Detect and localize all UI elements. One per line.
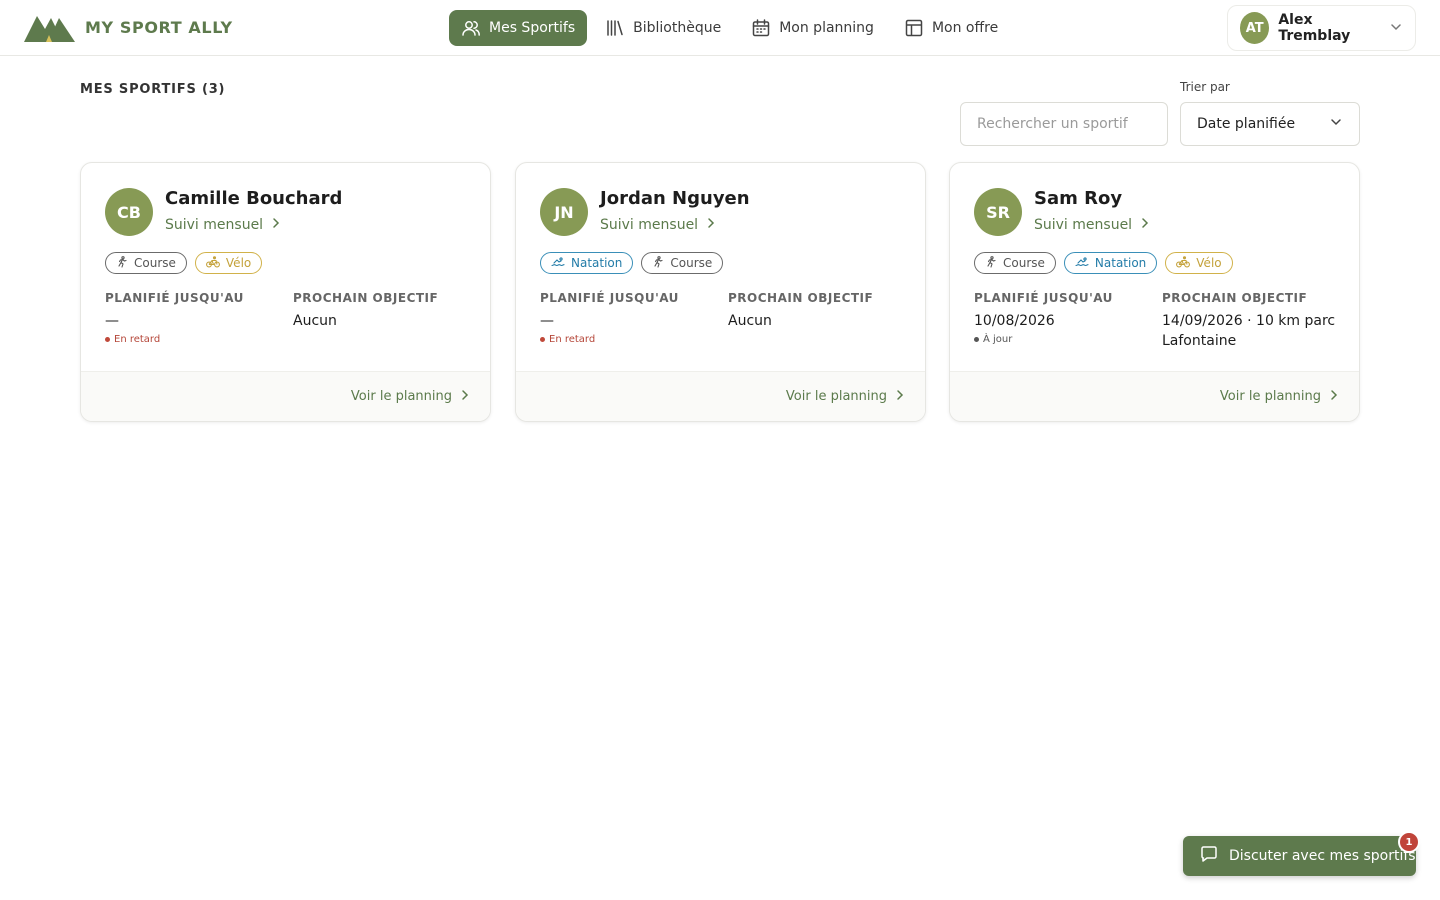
plan-link[interactable]: Suivi mensuel bbox=[165, 217, 281, 233]
nav-label: Mon planning bbox=[779, 20, 874, 36]
goal-label: PROCHAIN OBJECTIF bbox=[293, 291, 439, 305]
planned-value: — bbox=[540, 313, 554, 329]
view-planning-link[interactable]: Voir le planning bbox=[786, 389, 905, 405]
goal-value: 14/09/2026 · 10 km parc Lafontaine bbox=[1162, 313, 1336, 349]
search-input[interactable] bbox=[960, 102, 1168, 146]
nav-label: Mes Sportifs bbox=[489, 20, 576, 36]
goal-section: PROCHAIN OBJECTIF Aucun bbox=[293, 291, 473, 331]
tag-natation: Natation bbox=[1063, 252, 1158, 274]
tag-course: Course bbox=[105, 252, 187, 274]
goal-section: PROCHAIN OBJECTIF Aucun bbox=[728, 291, 908, 331]
user-menu[interactable]: AT Alex Tremblay bbox=[1227, 5, 1416, 51]
planned-value: 10/08/2026 bbox=[974, 313, 1055, 329]
page-title: MES SPORTIFS (3) bbox=[80, 82, 226, 97]
tag-natation: Natation bbox=[540, 252, 634, 274]
planned-label: PLANIFIÉ JUSQU'AU bbox=[974, 291, 1113, 305]
view-planning-link[interactable]: Voir le planning bbox=[1220, 389, 1339, 405]
chat-icon bbox=[1199, 844, 1219, 868]
plan-label: Suivi mensuel bbox=[600, 217, 699, 233]
notification-badge: 1 bbox=[1398, 831, 1420, 853]
nav-mon-planning[interactable]: Mon planning bbox=[739, 10, 886, 46]
bike-icon bbox=[1176, 255, 1191, 271]
top-bar: MY SPORT ALLY Mes Sportifs Bibliothèque … bbox=[0, 0, 1440, 56]
athlete-name[interactable]: Camille Bouchard bbox=[165, 188, 342, 209]
card-footer: Voir le planning bbox=[81, 371, 490, 421]
athlete-card: SR Sam Roy Suivi mensuel Course Natation… bbox=[949, 162, 1360, 422]
athlete-card: JN Jordan Nguyen Suivi mensuel Natation … bbox=[515, 162, 926, 422]
tag-velo: Vélo bbox=[194, 252, 263, 274]
view-planning-link[interactable]: Voir le planning bbox=[351, 389, 470, 405]
planned-section: PLANIFIÉ JUSQU'AU 10/08/2026 À jour bbox=[974, 291, 1113, 345]
athlete-card: CB Camille Bouchard Suivi mensuel Course… bbox=[80, 162, 491, 422]
running-icon bbox=[652, 255, 664, 271]
sort-value: Date planifiée bbox=[1197, 116, 1296, 132]
nav-label: Bibliothèque bbox=[633, 20, 722, 36]
sort-label: Trier par bbox=[1180, 80, 1230, 94]
planned-value: — bbox=[105, 313, 119, 329]
plan-link[interactable]: Suivi mensuel bbox=[600, 217, 716, 233]
avatar: JN bbox=[540, 188, 588, 236]
tag-course: Course bbox=[974, 252, 1056, 274]
chevron-right-icon bbox=[706, 217, 716, 233]
swimming-icon bbox=[551, 256, 565, 271]
chevron-right-icon bbox=[1140, 217, 1150, 233]
plan-link[interactable]: Suivi mensuel bbox=[1034, 217, 1150, 233]
chat-label: Discuter avec mes sportifs bbox=[1229, 848, 1416, 864]
nav-label: Mon offre bbox=[931, 20, 999, 36]
planned-section: PLANIFIÉ JUSQU'AU — En retard bbox=[540, 291, 679, 345]
library-icon bbox=[605, 18, 625, 38]
planned-label: PLANIFIÉ JUSQU'AU bbox=[540, 291, 679, 305]
chat-button[interactable]: Discuter avec mes sportifs bbox=[1183, 836, 1416, 876]
brand[interactable]: MY SPORT ALLY bbox=[24, 12, 233, 42]
goal-section: PROCHAIN OBJECTIF 14/09/2026 · 10 km par… bbox=[1162, 291, 1342, 351]
tag-velo: Vélo bbox=[1165, 252, 1233, 274]
planned-section: PLANIFIÉ JUSQU'AU — En retard bbox=[105, 291, 244, 345]
user-name: Alex Tremblay bbox=[1278, 12, 1351, 44]
sort-select[interactable]: Date planifiée bbox=[1180, 102, 1360, 146]
chevron-down-icon bbox=[1389, 19, 1403, 38]
planned-label: PLANIFIÉ JUSQU'AU bbox=[105, 291, 244, 305]
plan-label: Suivi mensuel bbox=[165, 217, 264, 233]
swimming-icon bbox=[1075, 256, 1089, 271]
status-badge: En retard bbox=[105, 334, 244, 345]
goal-label: PROCHAIN OBJECTIF bbox=[728, 291, 874, 305]
bike-icon bbox=[205, 255, 220, 271]
goal-value: Aucun bbox=[728, 313, 772, 329]
users-icon bbox=[461, 18, 481, 38]
nav-mes-sportifs[interactable]: Mes Sportifs bbox=[449, 10, 588, 46]
chevron-right-icon bbox=[1329, 389, 1339, 405]
sport-tags: Natation Course bbox=[540, 252, 724, 274]
calendar-icon bbox=[751, 18, 771, 38]
nav-bibliotheque[interactable]: Bibliothèque bbox=[593, 10, 733, 46]
card-footer: Voir le planning bbox=[950, 371, 1359, 421]
status-badge: À jour bbox=[974, 334, 1113, 345]
plan-label: Suivi mensuel bbox=[1034, 217, 1133, 233]
layout-icon bbox=[904, 18, 924, 38]
status-badge: En retard bbox=[540, 334, 679, 345]
chevron-right-icon bbox=[271, 217, 281, 233]
chevron-down-icon bbox=[1329, 115, 1343, 133]
running-icon bbox=[985, 255, 997, 271]
goal-value: Aucun bbox=[293, 313, 337, 329]
tag-course: Course bbox=[641, 252, 724, 274]
nav-mon-offre[interactable]: Mon offre bbox=[892, 10, 1010, 46]
brand-name: MY SPORT ALLY bbox=[85, 17, 233, 37]
sport-tags: Course Natation Vélo bbox=[974, 252, 1233, 274]
mountain-logo-icon bbox=[24, 12, 75, 42]
avatar: AT bbox=[1240, 12, 1270, 44]
chevron-right-icon bbox=[895, 389, 905, 405]
card-footer: Voir le planning bbox=[516, 371, 925, 421]
athlete-name[interactable]: Sam Roy bbox=[1034, 188, 1122, 209]
avatar: SR bbox=[974, 188, 1022, 236]
athlete-name[interactable]: Jordan Nguyen bbox=[600, 188, 750, 209]
running-icon bbox=[116, 255, 128, 271]
avatar: CB bbox=[105, 188, 153, 236]
main-nav: Mes Sportifs Bibliothèque Mon planning M… bbox=[449, 10, 1010, 46]
goal-label: PROCHAIN OBJECTIF bbox=[1162, 291, 1308, 305]
sport-tags: Course Vélo bbox=[105, 252, 263, 274]
chevron-right-icon bbox=[460, 389, 470, 405]
